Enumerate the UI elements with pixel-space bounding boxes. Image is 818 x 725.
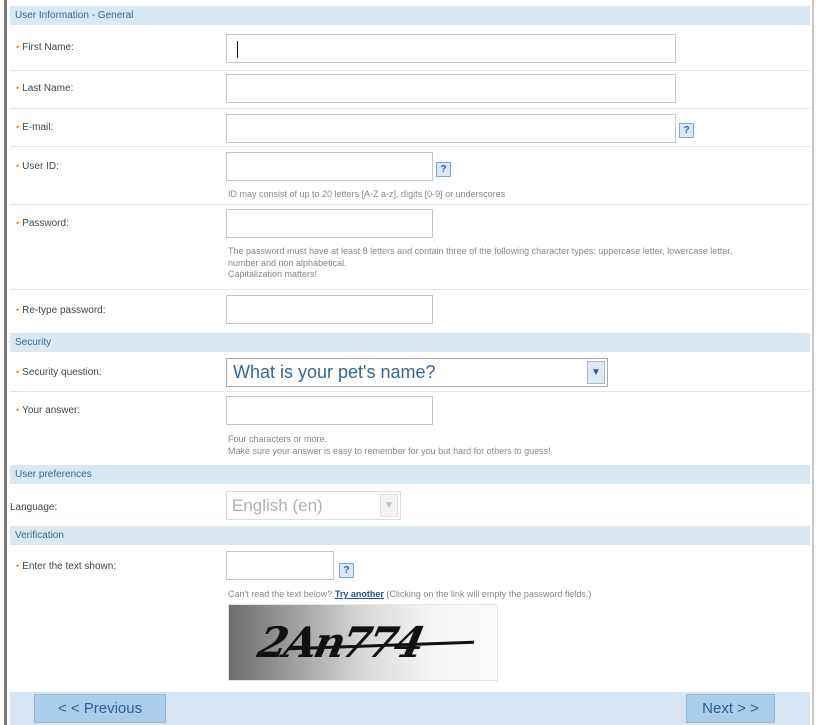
captcha-label: • Enter the text shown:	[16, 561, 117, 572]
answer-hint-line: Four characters or more.	[228, 434, 328, 444]
section-header-verification: Verification	[10, 526, 810, 545]
user-id-hint: ID may consist of up to 20 letters [A-Z …	[228, 189, 506, 199]
required-star: •	[16, 83, 20, 93]
required-star: •	[16, 367, 20, 377]
chevron-down-icon[interactable]: ▼	[380, 494, 398, 517]
divider	[10, 391, 810, 392]
captcha-help-icon[interactable]: ?	[339, 563, 354, 578]
required-star: •	[16, 405, 20, 415]
last-name-input[interactable]	[226, 74, 676, 103]
answer-input[interactable]	[226, 396, 433, 425]
password-hint-line: Capitalization matters!	[228, 269, 318, 279]
required-star: •	[16, 305, 20, 315]
text-caret	[237, 41, 238, 58]
user-id-label: • User ID:	[16, 161, 59, 172]
answer-label: • Your answer:	[16, 405, 81, 416]
divider	[10, 108, 810, 109]
language-value: English (en)	[232, 496, 323, 515]
section-header-general: User Information - General	[10, 6, 810, 25]
captcha-hint-prefix: Can't read the text below?	[228, 589, 333, 599]
last-name-label: • Last Name:	[16, 83, 74, 94]
language-select[interactable]: English (en) ▼	[226, 491, 401, 520]
captcha-input[interactable]	[226, 551, 334, 580]
security-question-select[interactable]: What is your pet's name? ▼	[226, 358, 608, 387]
retype-password-input[interactable]	[226, 295, 433, 324]
required-star: •	[16, 161, 20, 171]
divider	[10, 204, 810, 205]
password-hint-line: number and non alphabetical.	[228, 258, 347, 268]
section-header-preferences: User preferences	[10, 465, 810, 484]
required-star: •	[16, 42, 20, 52]
required-star: •	[16, 122, 20, 132]
divider	[10, 70, 810, 71]
retype-password-label: • Re-type password:	[16, 305, 106, 316]
password-label: • Password:	[16, 218, 69, 229]
required-star: •	[16, 561, 20, 571]
security-question-label: • Security question:	[16, 367, 102, 378]
security-question-value: What is your pet's name?	[233, 362, 436, 382]
first-name-input[interactable]	[226, 34, 676, 63]
section-header-security: Security	[10, 333, 810, 352]
password-hint-line: The password must have at least 8 letter…	[228, 246, 733, 256]
email-input[interactable]	[226, 114, 676, 143]
divider	[10, 146, 810, 147]
captcha-hint: Can't read the text below? Try another (…	[228, 589, 591, 600]
language-label: Language:	[10, 502, 58, 513]
window-frame-right	[812, 0, 814, 725]
answer-hint-line: Make sure your answer is easy to remembe…	[228, 446, 551, 456]
captcha-image: 2An774	[228, 604, 498, 681]
window-frame-left	[4, 0, 7, 725]
previous-button[interactable]: < < Previous	[34, 694, 166, 723]
required-star: •	[16, 218, 20, 228]
chevron-down-icon[interactable]: ▼	[587, 361, 605, 384]
try-another-link[interactable]: Try another	[335, 589, 384, 599]
email-label: • E-mail:	[16, 122, 54, 133]
captcha-hint-suffix: (Clicking on the link will empty the pas…	[386, 589, 592, 599]
user-id-help-icon[interactable]: ?	[436, 162, 451, 177]
divider	[10, 289, 810, 290]
password-input[interactable]	[226, 209, 433, 238]
next-button[interactable]: Next > >	[686, 694, 775, 723]
first-name-label: • First Name:	[16, 42, 74, 53]
user-id-input[interactable]	[226, 152, 433, 181]
email-help-icon[interactable]: ?	[679, 123, 694, 138]
